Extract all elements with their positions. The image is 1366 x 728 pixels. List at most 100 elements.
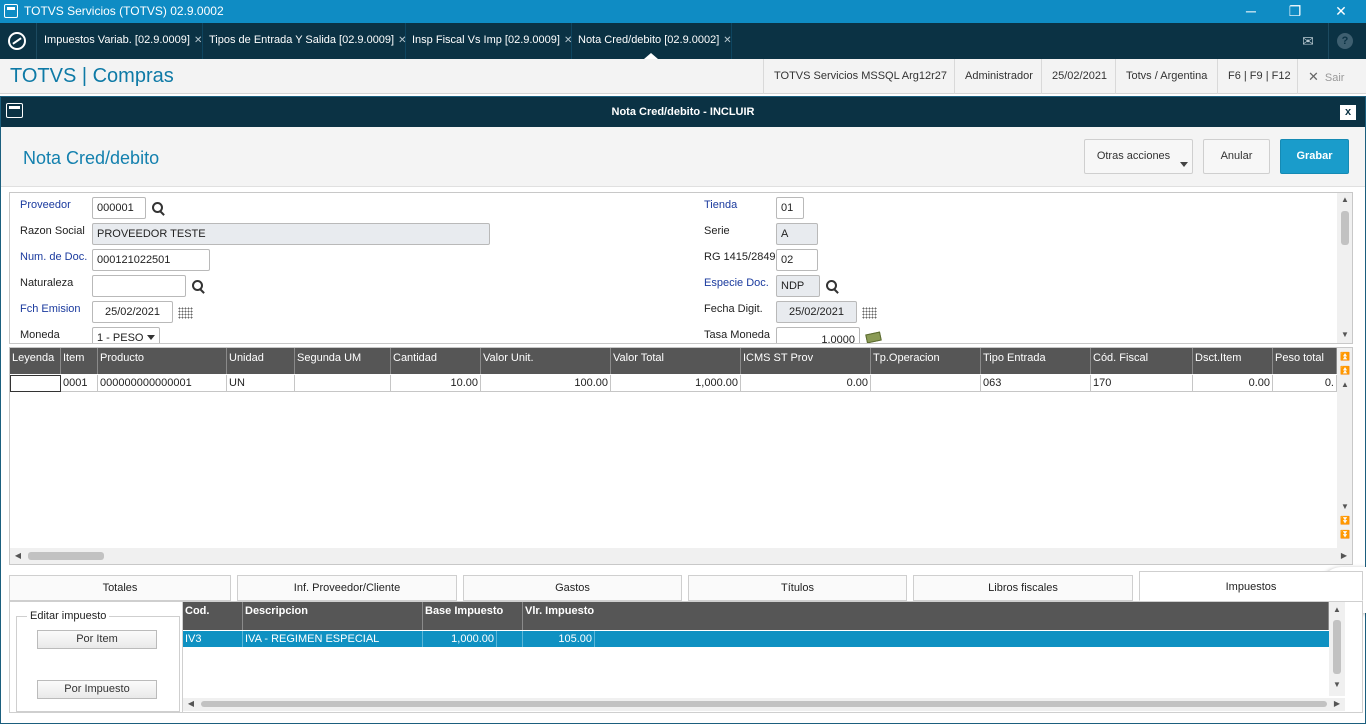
scroll-down-icon[interactable]: ▼ bbox=[1330, 680, 1344, 689]
scroll-page-up-icon[interactable]: ⏫ bbox=[1338, 366, 1352, 375]
tax-cell-descripcion[interactable]: IVA - REGIMEN ESPECIAL bbox=[243, 631, 423, 647]
mail-icon[interactable]: ✉ bbox=[1298, 31, 1318, 51]
grid-cell-tp-operacion[interactable] bbox=[871, 375, 981, 392]
grid-vertical-scrollbar[interactable]: ⏫ ⏫ ▲ ▼ ⏬ ⏬ bbox=[1337, 348, 1352, 548]
grid-header-cantidad[interactable]: Cantidad bbox=[391, 348, 481, 374]
tasa-moneda-field[interactable]: 1.0000 bbox=[776, 327, 860, 343]
tax-header-base[interactable]: Base Impuesto bbox=[423, 602, 523, 630]
grid-header-item[interactable]: Item bbox=[61, 348, 98, 374]
tax-header-cod[interactable]: Cod. bbox=[183, 602, 243, 630]
scroll-thumb[interactable] bbox=[201, 701, 1327, 707]
grid-cell-peso-total[interactable]: 0. bbox=[1273, 375, 1337, 392]
scroll-left-icon[interactable]: ◀ bbox=[11, 551, 25, 560]
tax-cell-cod[interactable]: IV3 bbox=[183, 631, 243, 647]
cancel-button[interactable]: Anular bbox=[1203, 139, 1270, 174]
tab-titulos[interactable]: Títulos bbox=[688, 575, 907, 601]
tab-impuestos-variab[interactable]: Impuestos Variab. [02.9.0009] ✕ bbox=[38, 23, 203, 59]
grid-cell-cod-fiscal[interactable]: 170 bbox=[1091, 375, 1193, 392]
rg-field[interactable]: 02 bbox=[776, 249, 818, 271]
grid-header-segunda-um[interactable]: Segunda UM bbox=[295, 348, 391, 374]
tax-vertical-scrollbar[interactable]: ▲ ▼ bbox=[1329, 602, 1345, 696]
tax-header-descripcion[interactable]: Descripcion bbox=[243, 602, 423, 630]
tab-tipos-entrada-salida[interactable]: Tipos de Entrada Y Salida [02.9.0009] ✕ bbox=[203, 23, 407, 59]
tax-cell-base[interactable]: 1,000.00 bbox=[423, 631, 497, 647]
calendar-icon[interactable] bbox=[178, 307, 193, 319]
grid-cell-leyenda[interactable] bbox=[10, 375, 61, 392]
scroll-right-icon[interactable]: ▶ bbox=[1330, 699, 1344, 708]
grid-cell-item[interactable]: 0001 bbox=[61, 375, 98, 392]
minimize-icon[interactable]: ─ bbox=[1228, 0, 1274, 23]
grid-cell-dsct-item[interactable]: 0.00 bbox=[1193, 375, 1273, 392]
grid-header-producto[interactable]: Producto bbox=[98, 348, 227, 374]
scroll-up-icon[interactable]: ▲ bbox=[1330, 605, 1344, 614]
scroll-thumb[interactable] bbox=[1341, 211, 1349, 245]
close-tab-icon[interactable]: ✕ bbox=[194, 35, 202, 46]
tab-totales[interactable]: Totales bbox=[9, 575, 231, 601]
tab-libros-fiscales[interactable]: Libros fiscales bbox=[913, 575, 1133, 601]
grid-header-unidad[interactable]: Unidad bbox=[227, 348, 295, 374]
close-tab-icon[interactable]: ✕ bbox=[723, 35, 731, 46]
grid-header-peso-total[interactable]: Peso total bbox=[1273, 348, 1337, 374]
tab-gastos[interactable]: Gastos bbox=[463, 575, 682, 601]
tab-nota-cred-debito[interactable]: Nota Cred/debito [02.9.0002] ✕ bbox=[572, 23, 732, 59]
moneda-select[interactable]: 1 - PESO bbox=[92, 327, 160, 343]
tax-header-valor[interactable]: Vlr. Impuesto bbox=[523, 602, 1329, 630]
razon-social-field[interactable]: PROVEEDOR TESTE bbox=[92, 223, 490, 245]
naturaleza-field[interactable] bbox=[92, 275, 186, 297]
grid-header-dsct-item[interactable]: Dsct.Item bbox=[1193, 348, 1273, 374]
search-icon[interactable] bbox=[826, 280, 840, 294]
exit-button[interactable]: ✕ Sair bbox=[1297, 59, 1354, 94]
save-button[interactable]: Grabar bbox=[1280, 139, 1349, 174]
scroll-up-icon[interactable]: ▲ bbox=[1338, 195, 1352, 204]
scroll-down-icon[interactable]: ▼ bbox=[1338, 502, 1352, 511]
serie-field[interactable]: A bbox=[776, 223, 818, 245]
grid-cell-icms-st-prov[interactable]: 0.00 bbox=[741, 375, 871, 392]
help-icon[interactable]: ? bbox=[1337, 33, 1353, 49]
scroll-bottom-icon[interactable]: ⏬ bbox=[1338, 530, 1352, 539]
money-icon[interactable] bbox=[865, 331, 882, 343]
por-item-button[interactable]: Por Item bbox=[37, 630, 157, 649]
search-icon[interactable] bbox=[152, 202, 166, 216]
form-vertical-scrollbar[interactable]: ▲ ▼ bbox=[1337, 193, 1352, 343]
por-impuesto-button[interactable]: Por Impuesto bbox=[37, 680, 157, 699]
tab-inf-proveedor-cliente[interactable]: Inf. Proveedor/Cliente bbox=[237, 575, 457, 601]
grid-header-valor-unit[interactable]: Valor Unit. bbox=[481, 348, 611, 374]
search-icon[interactable] bbox=[192, 280, 206, 294]
grid-header-leyenda[interactable]: Leyenda bbox=[10, 348, 61, 374]
grid-header-icms-st-prov[interactable]: ICMS ST Prov bbox=[741, 348, 871, 374]
totvs-logo-icon[interactable] bbox=[8, 32, 26, 50]
tab-impuestos[interactable]: Impuestos bbox=[1139, 571, 1363, 601]
tax-horizontal-scrollbar[interactable]: ◀ ▶ bbox=[183, 698, 1345, 711]
scroll-down-icon[interactable]: ▼ bbox=[1338, 330, 1352, 339]
tab-insp-fiscal[interactable]: Insp Fiscal Vs Imp [02.9.0009] ✕ bbox=[406, 23, 572, 59]
restore-icon[interactable]: ❐ bbox=[1272, 0, 1318, 23]
grid-cell-segunda-um[interactable] bbox=[295, 375, 391, 392]
especie-doc-field[interactable]: NDP bbox=[776, 275, 820, 297]
num-doc-field[interactable]: 000121022501 bbox=[92, 249, 210, 271]
scroll-right-icon[interactable]: ▶ bbox=[1337, 551, 1351, 560]
grid-cell-valor-total[interactable]: 1,000.00 bbox=[611, 375, 741, 392]
grid-cell-producto[interactable]: 000000000000001 bbox=[98, 375, 227, 392]
grid-horizontal-scrollbar[interactable]: ◀ ▶ bbox=[10, 548, 1352, 564]
grid-cell-cantidad[interactable]: 10.00 bbox=[391, 375, 481, 392]
fecha-digit-field[interactable]: 25/02/2021 bbox=[776, 301, 857, 323]
scroll-thumb[interactable] bbox=[28, 552, 104, 560]
tax-cell-valor[interactable]: 105.00 bbox=[523, 631, 595, 647]
grid-header-valor-total[interactable]: Valor Total bbox=[611, 348, 741, 374]
scroll-left-icon[interactable]: ◀ bbox=[184, 699, 198, 708]
grid-cell-unidad[interactable]: UN bbox=[227, 375, 295, 392]
scroll-top-icon[interactable]: ⏫ bbox=[1338, 352, 1352, 361]
tienda-field[interactable]: 01 bbox=[776, 197, 804, 219]
scroll-page-down-icon[interactable]: ⏬ bbox=[1338, 516, 1352, 525]
grid-header-cod-fiscal[interactable]: Cód. Fiscal bbox=[1091, 348, 1193, 374]
close-dialog-icon[interactable]: x bbox=[1340, 105, 1356, 120]
fch-emision-field[interactable]: 25/02/2021 bbox=[92, 301, 173, 323]
grid-header-tipo-entrada[interactable]: Tipo Entrada bbox=[981, 348, 1091, 374]
scroll-thumb[interactable] bbox=[1333, 620, 1341, 674]
close-window-icon[interactable]: ✕ bbox=[1318, 0, 1364, 23]
scroll-up-icon[interactable]: ▲ bbox=[1338, 380, 1352, 389]
calendar-icon[interactable] bbox=[862, 307, 877, 319]
proveedor-field[interactable]: 000001 bbox=[92, 197, 146, 219]
more-actions-button[interactable]: Otras acciones bbox=[1084, 139, 1193, 174]
grid-header-tp-operacion[interactable]: Tp.Operacion bbox=[871, 348, 981, 374]
